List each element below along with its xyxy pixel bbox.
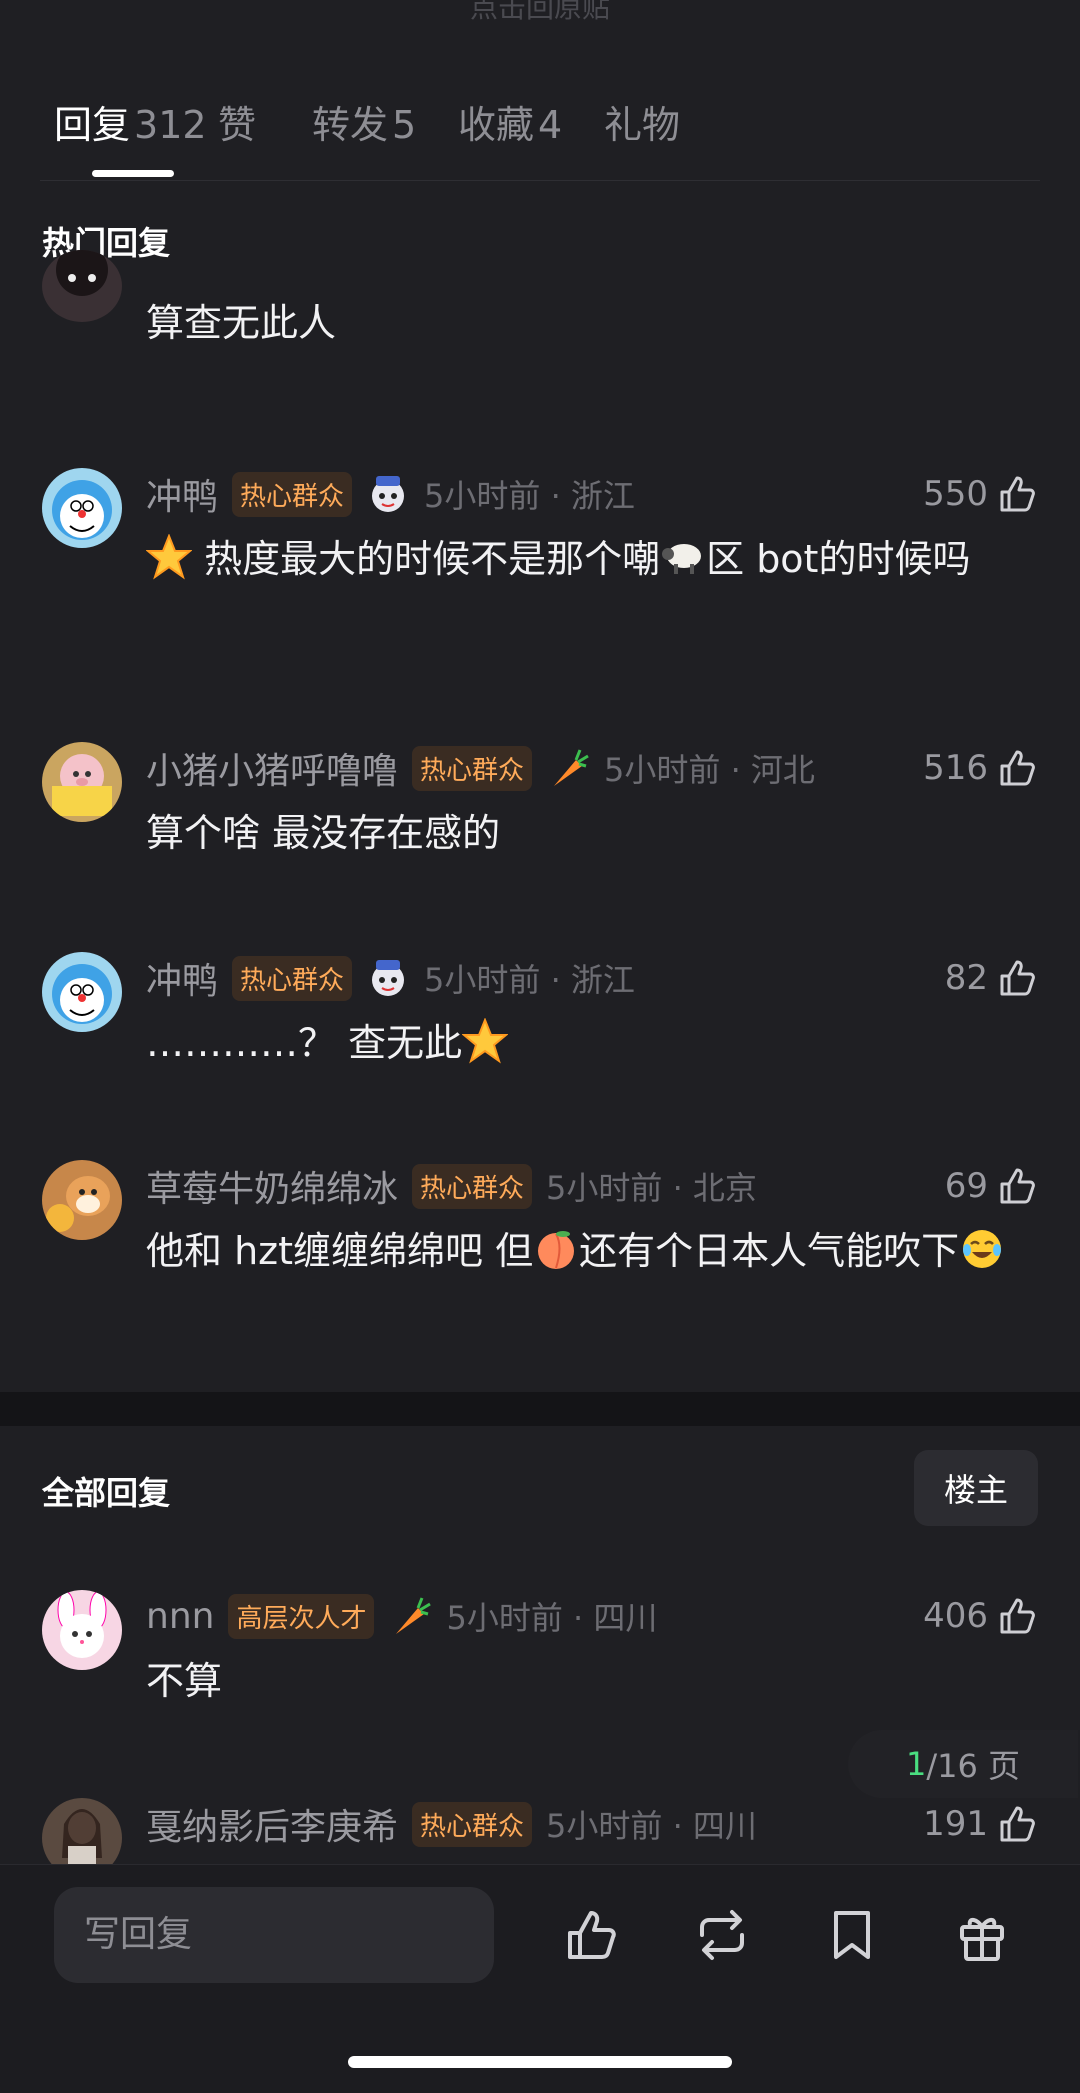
username[interactable]: 草莓牛奶绵绵冰	[146, 1160, 398, 1212]
comment-time: 5小时前 · 河北	[604, 751, 815, 789]
username[interactable]: nnn	[146, 1596, 214, 1637]
avatar[interactable]	[42, 468, 122, 548]
all-replies-title: 全部回复	[42, 1474, 171, 1512]
active-tab-indicator	[92, 170, 174, 177]
comment-body: 热度最大的时候不是那个嘲 区 bot的时候吗	[145, 526, 1026, 593]
comment-body: 算查无此人	[146, 301, 337, 345]
like-count: 69	[944, 1166, 988, 1206]
tab-reposts-count: 5	[392, 103, 417, 147]
tab-reposts-label: 转发	[312, 103, 389, 147]
username[interactable]: 冲鸭	[146, 952, 218, 1004]
tab-bar: 回复 312 赞 转发 5 收藏 4 礼物	[40, 80, 1040, 181]
comment-body: 他和 hzt缠缠绵绵吧 但 还有个日本人气能吹下	[146, 1218, 1026, 1285]
like-button[interactable]: 82	[945, 952, 1040, 1004]
comment-body-part: 区 bot的时候吗	[706, 537, 971, 581]
username[interactable]: 戛纳影后李庚希	[146, 1798, 398, 1850]
comment-time: 5小时前 · 浙江	[424, 477, 635, 515]
username[interactable]: 小猪小猪呼噜噜	[146, 742, 398, 794]
thumbs-up-icon	[1000, 750, 1035, 786]
comment-time: 5小时前 · 北京	[546, 1169, 757, 1207]
thumbs-up-icon	[1000, 1806, 1035, 1842]
bookmark-icon[interactable]	[822, 1905, 882, 1965]
page-current: 1	[905, 1745, 927, 1783]
tab-favorites-label: 收藏	[458, 103, 535, 147]
comment-meta: 冲鸭 热心群众 5小时前 · 浙江	[146, 952, 635, 1004]
user-badge: 高层次人才	[228, 1593, 375, 1639]
user-badge: 热心群众	[232, 471, 353, 517]
comment-time: 5小时前 · 四川	[446, 1599, 658, 1637]
repost-icon[interactable]	[692, 1905, 752, 1965]
comment-body: …………？ 查无此	[146, 1010, 1026, 1077]
like-button[interactable]: 69	[945, 1160, 1040, 1212]
comment-time: 5小时前 · 四川	[546, 1807, 757, 1845]
user-badge: 热心群众	[232, 955, 353, 1001]
user-badge: 热心群众	[412, 1801, 533, 1847]
avatar[interactable]	[42, 250, 122, 322]
sheep-icon	[660, 534, 706, 580]
comment-body-part: 热度最大的时候不是那个嘲	[204, 537, 661, 581]
thumbs-up-icon[interactable]	[562, 1905, 622, 1965]
tab-favorites-count: 4	[538, 103, 563, 147]
medal-icon	[366, 472, 410, 516]
comment-body: 不算	[146, 1659, 223, 1703]
comment-meta: 戛纳影后李庚希 热心群众 5小时前 · 四川	[146, 1798, 757, 1850]
like-count: 82	[944, 958, 988, 998]
tab-favorites[interactable]: 收藏 4	[458, 94, 562, 149]
sparkle-star-icon	[461, 1017, 509, 1064]
comment-meta: 小猪小猪呼噜噜 热心群众 5小时前 · 河北	[146, 742, 815, 794]
like-button[interactable]: 406	[923, 1590, 1040, 1642]
tears-of-joy-icon	[959, 1226, 1005, 1272]
comment-meta: 草莓牛奶绵绵冰 热心群众 5小时前 · 北京	[146, 1160, 757, 1212]
like-button[interactable]: 550	[923, 468, 1040, 520]
page-total: /16 页	[926, 1747, 1021, 1785]
comment-body-part: 还有个日本人气能吹下	[579, 1229, 960, 1273]
tab-replies-label: 回复	[54, 103, 131, 147]
like-button[interactable]: 191	[923, 1798, 1040, 1850]
gift-icon[interactable]	[952, 1905, 1012, 1965]
tab-gifts[interactable]: 礼物	[604, 94, 680, 149]
tab-replies[interactable]: 回复 312	[54, 94, 207, 149]
carrot-icon	[388, 1594, 432, 1638]
avatar[interactable]	[42, 1590, 122, 1670]
username[interactable]: 冲鸭	[146, 468, 218, 520]
op-filter-button[interactable]: 楼主	[914, 1450, 1038, 1526]
top-hint[interactable]: 点击回原贴	[0, 0, 1080, 26]
like-button[interactable]: 516	[923, 742, 1040, 794]
sparkle-star-icon	[145, 533, 193, 580]
reply-input[interactable]: 写回复	[54, 1887, 494, 1983]
tab-replies-count: 312	[134, 103, 207, 147]
peach-icon	[533, 1226, 579, 1272]
like-count: 191	[923, 1804, 988, 1844]
home-indicator[interactable]	[348, 2056, 732, 2068]
thumbs-up-icon	[1000, 476, 1035, 512]
page-indicator[interactable]: 1/16 页	[848, 1730, 1078, 1798]
thumbs-up-icon	[1000, 960, 1035, 996]
like-count: 406	[923, 1596, 988, 1636]
avatar[interactable]	[42, 742, 122, 822]
thumbs-up-icon	[1000, 1598, 1035, 1634]
tab-reposts[interactable]: 转发 5	[312, 94, 416, 149]
comment-body-part: 他和 hzt缠缠绵绵吧 但	[146, 1229, 534, 1273]
comment-time: 5小时前 · 浙江	[424, 961, 635, 999]
user-badge: 热心群众	[412, 1163, 533, 1209]
like-count: 550	[923, 474, 988, 514]
comment-body: 算个啥 最没存在感的	[146, 811, 501, 855]
medal-icon	[366, 956, 410, 1000]
avatar[interactable]	[42, 1160, 122, 1240]
like-count: 516	[923, 748, 988, 788]
user-badge: 热心群众	[412, 745, 533, 791]
comment-body-text: …………？ 查无此	[146, 1021, 463, 1065]
section-divider	[0, 1392, 1080, 1426]
avatar[interactable]	[42, 952, 122, 1032]
thumbs-up-icon	[1000, 1168, 1035, 1204]
carrot-icon	[546, 746, 590, 790]
comment-meta: nnn 高层次人才 5小时前 · 四川	[146, 1590, 657, 1642]
tab-likes-label: 赞	[218, 103, 257, 147]
tab-likes[interactable]: 赞	[218, 94, 256, 149]
tab-gifts-label: 礼物	[604, 103, 681, 147]
comment-meta: 冲鸭 热心群众 5小时前 · 浙江	[146, 468, 635, 520]
